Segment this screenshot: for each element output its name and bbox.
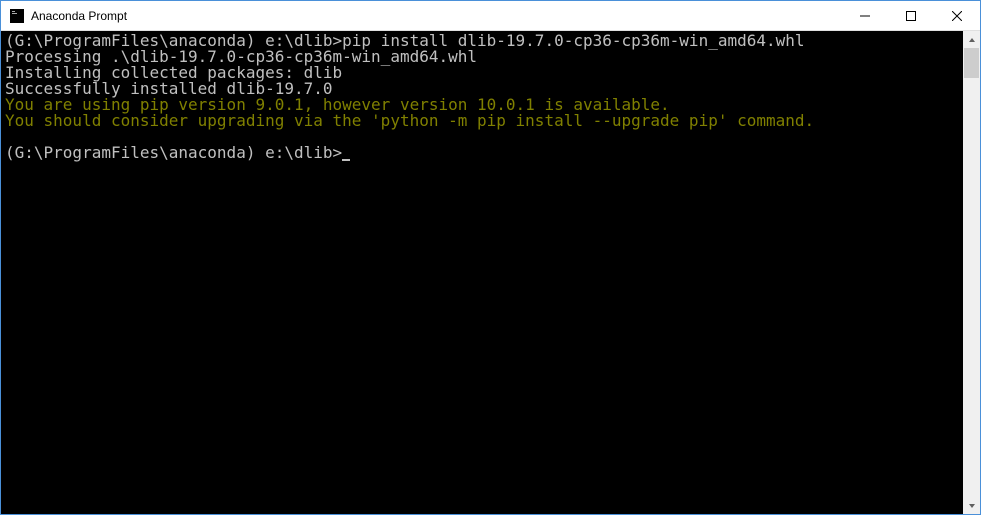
terminal-prompt: (G:\ProgramFiles\anaconda) e:\dlib> <box>5 143 342 162</box>
titlebar[interactable]: Anaconda Prompt <box>1 1 980 31</box>
chevron-down-icon <box>968 502 976 510</box>
terminal-line-warning: You should consider upgrading via the 'p… <box>5 111 814 130</box>
scroll-up-button[interactable] <box>963 31 980 48</box>
vertical-scrollbar[interactable] <box>963 31 980 514</box>
terminal-cursor <box>342 159 350 161</box>
window-frame: Anaconda Prompt (G:\ProgramFiles\anacond… <box>0 0 981 515</box>
minimize-button[interactable] <box>842 1 888 30</box>
maximize-icon <box>906 11 916 21</box>
window-controls <box>842 1 980 30</box>
close-button[interactable] <box>934 1 980 30</box>
close-icon <box>952 11 962 21</box>
maximize-button[interactable] <box>888 1 934 30</box>
terminal-output[interactable]: (G:\ProgramFiles\anaconda) e:\dlib>pip i… <box>1 31 963 514</box>
minimize-icon <box>860 11 870 21</box>
scroll-track[interactable] <box>963 48 980 497</box>
scroll-down-button[interactable] <box>963 497 980 514</box>
app-icon <box>9 8 25 24</box>
terminal-container: (G:\ProgramFiles\anaconda) e:\dlib>pip i… <box>1 31 980 514</box>
window-title: Anaconda Prompt <box>31 9 842 23</box>
scroll-thumb[interactable] <box>964 48 979 78</box>
chevron-up-icon <box>968 36 976 44</box>
